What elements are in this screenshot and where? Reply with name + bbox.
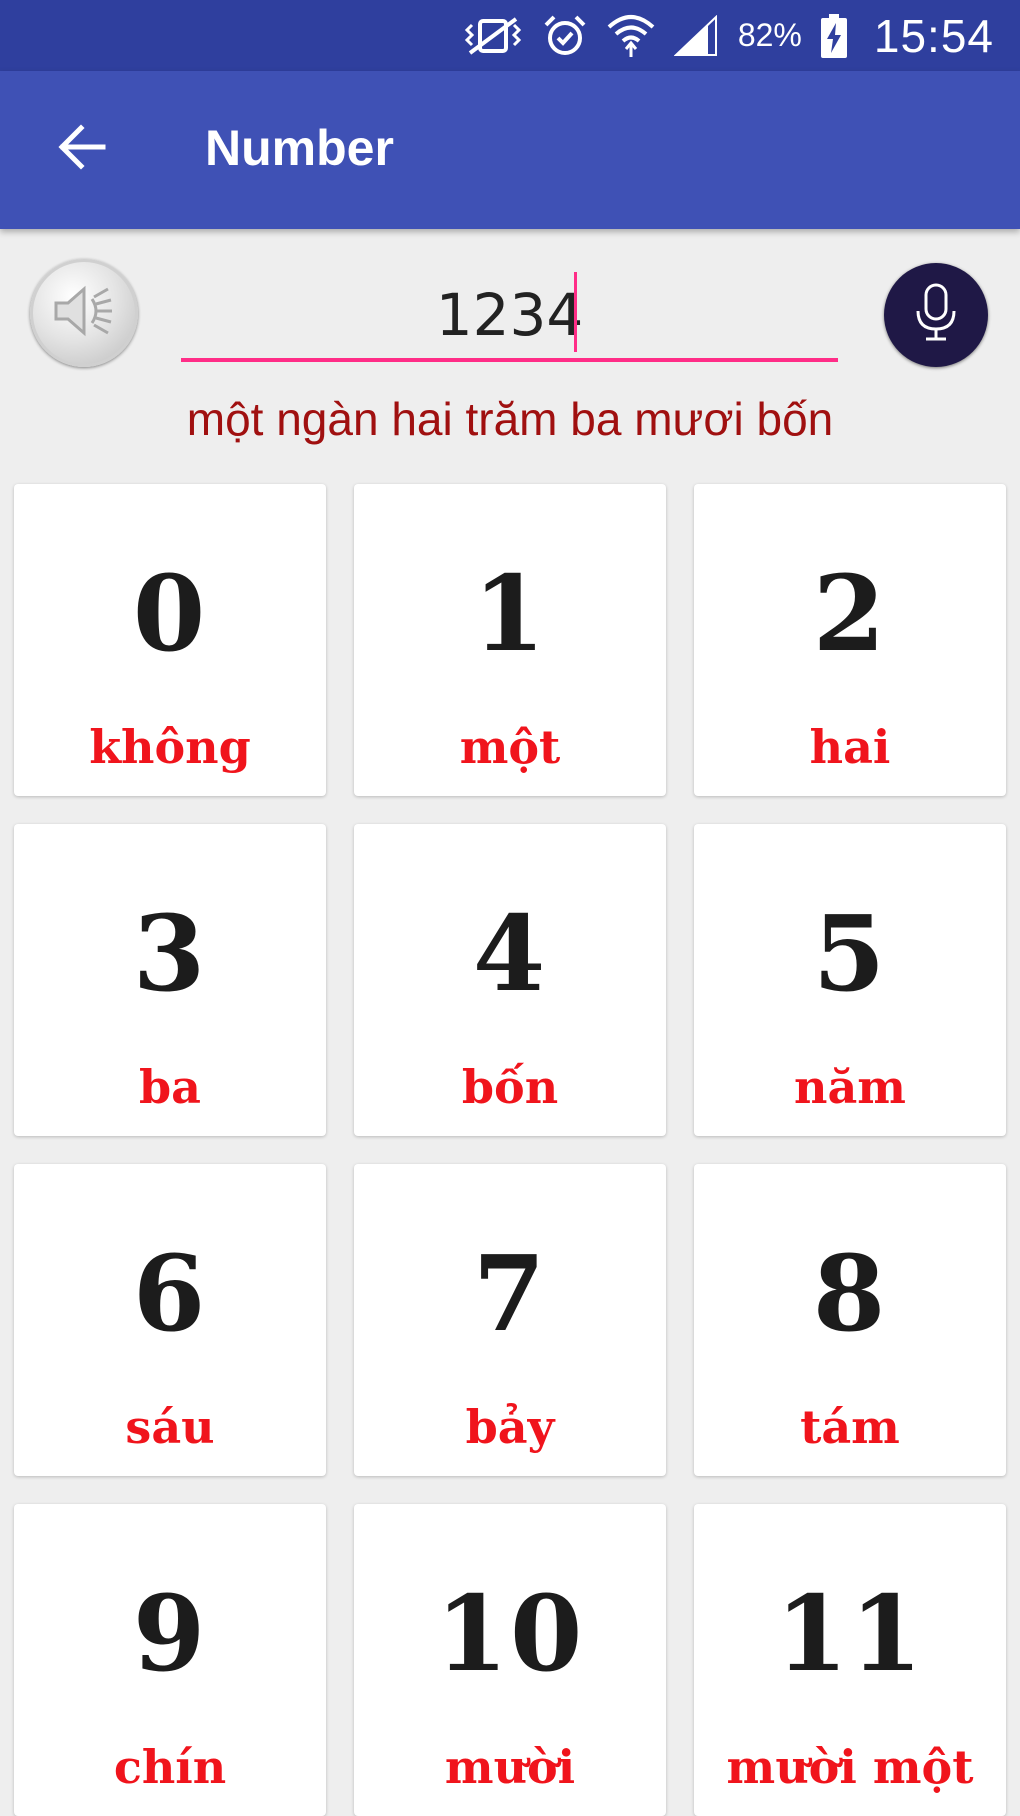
spelled-number: một ngàn hai trăm ba mươi bốn (186, 393, 834, 445)
microphone-icon (912, 281, 960, 350)
number-word: mười một (726, 1740, 974, 1794)
number-digit: 2 (812, 552, 888, 675)
number-digit: 11 (775, 1572, 925, 1695)
number-word: một (459, 720, 561, 774)
number-word: ba (139, 1060, 201, 1114)
status-bar: 82% 15:54 (0, 0, 1020, 71)
speak-button[interactable] (30, 259, 138, 367)
clock: 15:54 (873, 9, 994, 62)
vibrate-off-icon (462, 15, 524, 57)
number-digit: 10 (435, 1572, 585, 1695)
back-button[interactable] (52, 121, 112, 177)
battery-percent: 82% (737, 17, 802, 53)
number-word: tám (800, 1400, 900, 1454)
text-caret (574, 272, 577, 352)
number-card-3[interactable]: 3 ba (14, 824, 326, 1136)
number-grid: 0 không 1 một 2 hai 3 ba 4 bốn 5 năm 6 s… (14, 484, 1006, 1816)
speaker-icon (50, 281, 118, 346)
number-word: năm (794, 1060, 906, 1114)
number-card-8[interactable]: 8 tám (694, 1164, 1006, 1476)
number-word: sáu (125, 1400, 215, 1454)
number-card-4[interactable]: 4 bốn (354, 824, 666, 1136)
signal-icon (673, 14, 720, 57)
number-word: không (89, 720, 251, 774)
number-word: mười (444, 1740, 576, 1794)
number-digit: 8 (812, 1232, 888, 1355)
number-digit: 9 (132, 1572, 208, 1695)
number-card-5[interactable]: 5 năm (694, 824, 1006, 1136)
number-card-9[interactable]: 9 chín (14, 1504, 326, 1816)
number-card-1[interactable]: 1 một (354, 484, 666, 796)
number-card-7[interactable]: 7 bảy (354, 1164, 666, 1476)
number-card-2[interactable]: 2 hai (694, 484, 1006, 796)
number-word: chín (113, 1740, 227, 1794)
number-digit: 4 (472, 892, 548, 1015)
voice-input-button[interactable] (884, 263, 988, 367)
app-bar: Number (0, 71, 1020, 229)
number-word: bảy (465, 1400, 555, 1454)
battery-charging-icon (820, 13, 848, 59)
number-digit: 0 (132, 552, 208, 675)
number-digit: 6 (132, 1232, 208, 1355)
number-card-10[interactable]: 10 mười (354, 1504, 666, 1816)
number-digit: 1 (472, 552, 548, 675)
arrow-left-icon (57, 123, 107, 175)
number-digit: 5 (812, 892, 888, 1015)
alarm-icon (542, 13, 588, 59)
number-digit: 3 (132, 892, 208, 1015)
page-title: Number (205, 120, 394, 176)
number-card-0[interactable]: 0 không (14, 484, 326, 796)
number-digit: 7 (472, 1232, 548, 1355)
wifi-icon (606, 13, 656, 59)
number-card-6[interactable]: 6 sáu (14, 1164, 326, 1476)
number-card-11[interactable]: 11 mười một (694, 1504, 1006, 1816)
number-input[interactable] (181, 272, 838, 362)
number-word: hai (809, 720, 891, 774)
number-word: bốn (461, 1060, 559, 1114)
